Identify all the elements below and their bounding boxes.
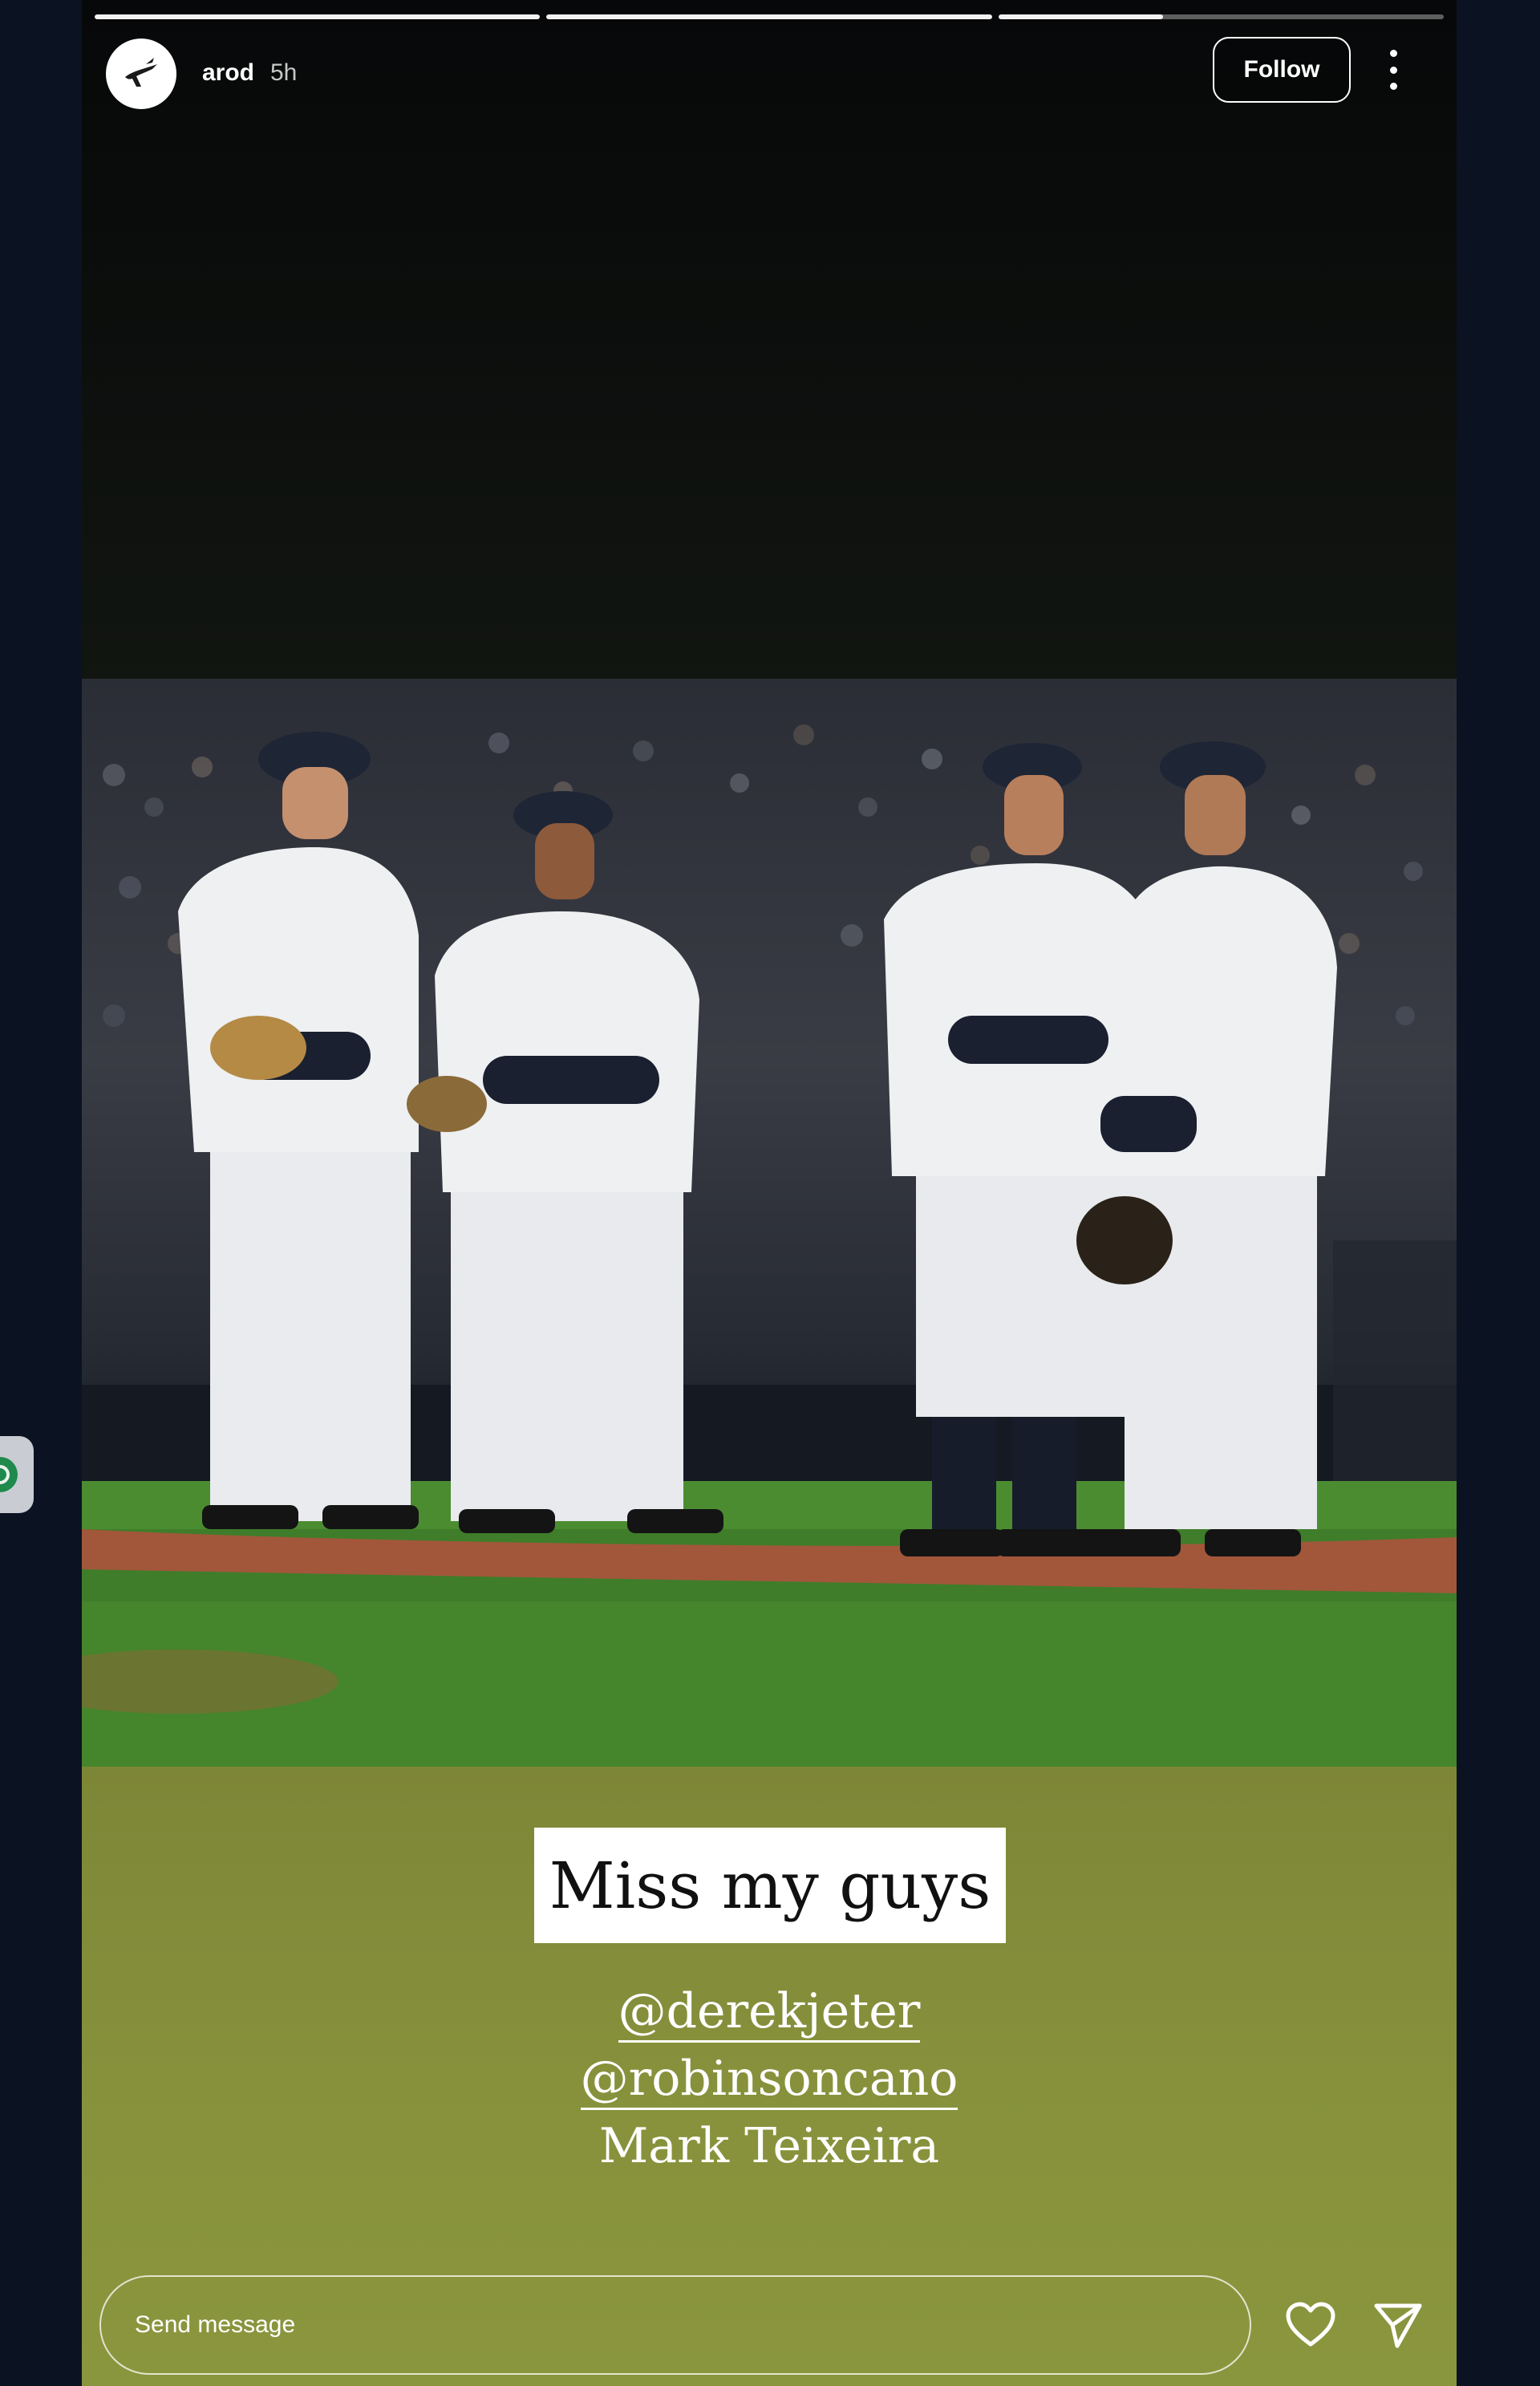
caption-sticker: Miss my guys xyxy=(534,1828,1006,1943)
story-viewer[interactable]: arod 5h Follow Miss my guys @derekjeter … xyxy=(82,0,1457,2386)
story-progress xyxy=(95,14,1444,19)
story-photo xyxy=(82,679,1457,1767)
tagged-text: Mark Teixeira xyxy=(598,2118,940,2174)
send-message-placeholder: Send message xyxy=(135,2311,296,2338)
heart-icon[interactable] xyxy=(1285,2301,1336,2349)
grammarly-icon[interactable] xyxy=(0,1457,18,1492)
avatar[interactable] xyxy=(106,39,176,109)
username[interactable]: arod xyxy=(202,59,254,87)
page: arod 5h Follow Miss my guys @derekjeter … xyxy=(0,0,1540,2386)
mention-link[interactable]: @robinsoncano xyxy=(580,2050,958,2110)
post-time: 5h xyxy=(270,59,298,86)
progress-segment xyxy=(546,14,992,19)
side-widget[interactable] xyxy=(0,1436,34,1513)
follow-button[interactable]: Follow xyxy=(1213,37,1351,103)
progress-segment xyxy=(95,14,541,19)
progress-segment xyxy=(998,14,1444,19)
profile-logo-icon xyxy=(125,58,157,87)
mention-link[interactable]: @derekjeter xyxy=(618,1982,921,2043)
more-vertical-icon[interactable] xyxy=(1381,50,1405,90)
send-message-input[interactable]: Send message xyxy=(99,2275,1251,2375)
send-icon[interactable] xyxy=(1373,2301,1423,2349)
mentions-block: @derekjeter @robinsoncano Mark Teixeira xyxy=(82,1978,1457,2180)
story-header: arod 5h Follow xyxy=(82,35,1457,112)
